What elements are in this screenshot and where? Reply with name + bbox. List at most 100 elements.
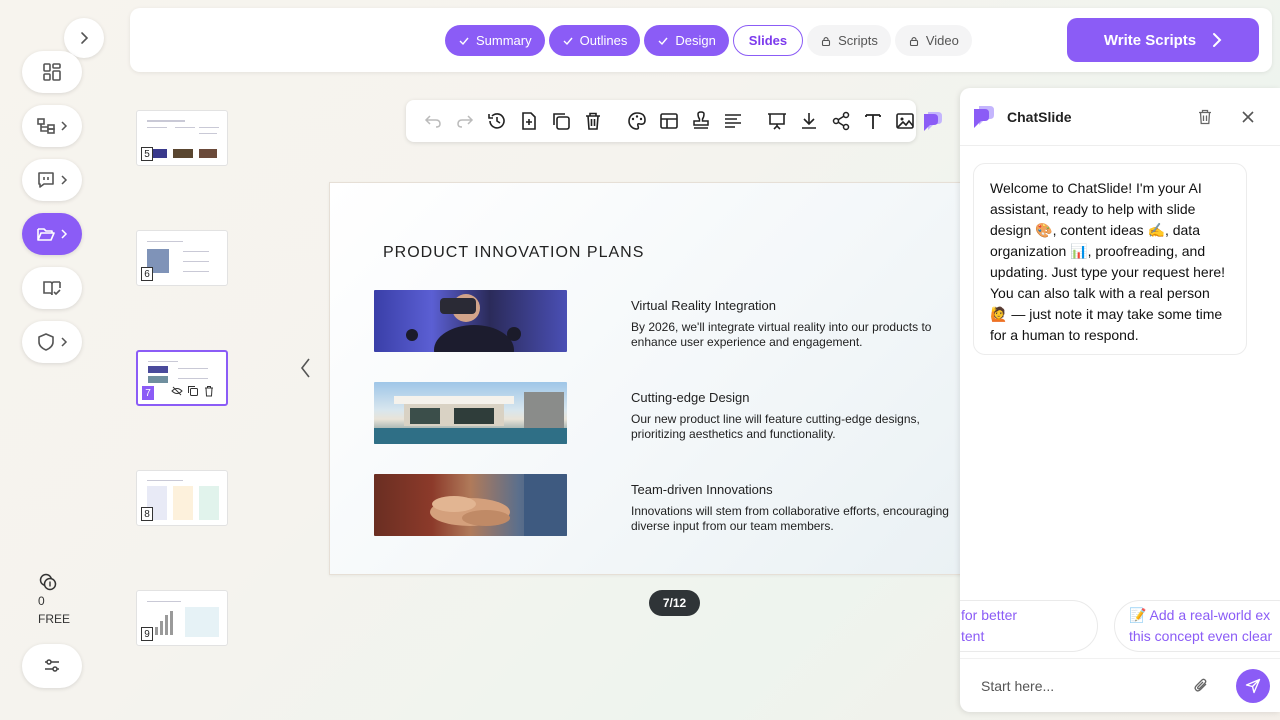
slide-toolbar [406,100,916,142]
slide-thumbnail-8[interactable]: 8 [136,470,228,526]
security-button[interactable] [22,321,82,363]
folder-open-icon [37,228,55,241]
undo-button[interactable] [422,110,444,132]
team-hands-image[interactable] [374,474,567,536]
chat-button[interactable] [22,159,82,201]
chat-input[interactable] [981,677,1181,694]
chevron-right-icon [1213,33,1222,47]
folder-button[interactable] [22,213,82,255]
book-button[interactable] [22,267,82,309]
present-button[interactable] [766,110,788,132]
chatslide-toggle-button[interactable] [922,110,944,132]
workflow-steps: Summary Outlines Design Slides Scripts V… [445,25,972,56]
send-button[interactable] [1236,669,1270,703]
image-icon [896,113,914,129]
delete-slide-button[interactable] [202,384,215,397]
layout-button[interactable] [658,110,680,132]
item-title[interactable]: Team-driven Innovations [631,482,773,497]
shield-icon [38,333,54,351]
thumb-line [178,378,208,379]
thumb-line [147,601,181,602]
attach-button[interactable] [1192,676,1210,694]
previous-slide-button[interactable] [298,356,314,380]
chevron-right-icon [81,32,89,44]
thumb-line [147,480,183,481]
eye-off-icon [170,386,183,395]
item-title[interactable]: Virtual Reality Integration [631,298,776,313]
thumb-line [148,361,178,362]
stamp-button[interactable] [690,110,712,132]
layout-icon [660,113,678,129]
step-slides[interactable]: Slides [732,25,804,56]
download-button[interactable] [798,110,820,132]
step-label: Scripts [838,33,878,48]
step-video[interactable]: Video [894,25,972,56]
item-title[interactable]: Cutting-edge Design [631,390,750,405]
message-icon [38,172,54,188]
dashboard-button[interactable] [22,51,82,93]
delete-button[interactable] [582,110,604,132]
step-summary[interactable]: Summary [445,25,545,56]
slide-number: 7 [142,386,154,400]
presentation-icon [768,113,786,130]
credits-count: 0 [38,594,45,608]
vr-image[interactable] [374,290,567,352]
credits-display[interactable]: 0 FREE [22,572,82,626]
suggestion-chip[interactable]: for better tent [960,600,1098,652]
history-icon [488,113,505,129]
duplicate-button[interactable] [550,110,572,132]
write-scripts-button[interactable]: Write Scripts [1067,18,1259,62]
slide-title[interactable]: PRODUCT INNOVATION PLANS [383,244,644,262]
image-button[interactable] [894,110,916,132]
chevron-right-icon [61,229,68,239]
chatslide-logo-icon [924,112,942,131]
step-outlines[interactable]: Outlines [548,25,641,56]
slide-thumbnail-6[interactable]: 6 [136,230,228,286]
add-slide-button[interactable] [518,110,540,132]
align-left-icon [725,114,741,128]
top-bar: Summary Outlines Design Slides Scripts V… [130,8,1272,72]
text-button[interactable] [862,110,884,132]
duplicate-slide-button[interactable] [186,384,199,397]
thumb-image [148,366,168,373]
thumb-line [199,133,217,134]
step-design[interactable]: Design [644,25,729,56]
slide-number: 5 [141,147,153,161]
step-label: Summary [476,33,532,48]
close-chat-button[interactable] [1240,109,1256,125]
trash-icon [586,112,600,130]
hide-slide-button[interactable] [170,384,183,397]
settings-button[interactable] [22,644,82,688]
slide-canvas[interactable]: PRODUCT INNOVATION PLANS Virtual Reality… [329,182,969,575]
thumb-bar [165,615,168,635]
clear-chat-button[interactable] [1196,108,1214,126]
thumb-image [199,149,217,158]
slide-number: 6 [141,267,153,281]
chevron-left-icon [300,358,310,378]
redo-button[interactable] [454,110,476,132]
thumb-image [173,149,193,158]
design-house-image[interactable] [374,382,567,444]
share-button[interactable] [830,110,852,132]
thumb-line [175,127,195,128]
align-text-button[interactable] [722,110,744,132]
sliders-icon [45,659,59,672]
tree-icon [37,118,55,134]
slide-thumbnail-5[interactable]: 5 [136,110,228,166]
slide-thumbnail-9[interactable]: 9 [136,590,228,646]
thumbnail-actions [170,384,215,397]
step-scripts[interactable]: Scripts [807,25,891,56]
slide-thumbnail-7[interactable]: 7 [136,350,228,406]
chatslide-logo-icon [974,105,994,128]
history-button[interactable] [486,110,508,132]
chevron-right-icon [61,121,68,131]
projects-tree-button[interactable] [22,105,82,147]
thumb-bar [155,627,158,635]
item-body[interactable]: By 2026, we'll integrate virtual reality… [631,320,951,350]
item-body[interactable]: Our new product line will feature cuttin… [631,412,951,442]
expand-sidebar-button[interactable] [64,18,104,58]
slide-number: 8 [141,507,153,521]
item-body[interactable]: Innovations will stem from collaborative… [631,504,951,534]
suggestion-chip[interactable]: 📝 Add a real-world ex this concept even … [1114,600,1280,652]
theme-palette-button[interactable] [626,110,648,132]
